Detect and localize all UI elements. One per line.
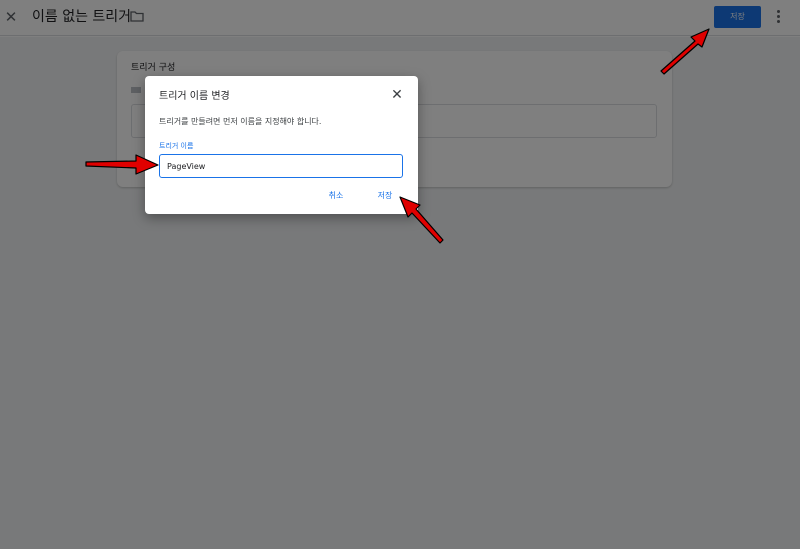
trigger-name-label: 트리거 이름	[159, 142, 194, 150]
annotation-arrow-dialog-save	[399, 196, 444, 244]
dialog-title: 트리거 이름 변경	[159, 91, 230, 102]
trigger-name-input[interactable]	[159, 154, 403, 178]
dialog-close-icon[interactable]: ✕	[390, 87, 404, 103]
dialog-cancel-button[interactable]: 취소	[324, 189, 348, 203]
rename-trigger-dialog: 트리거 이름 변경 ✕ 트리거를 만들려면 먼저 이름을 지정해야 합니다. 트…	[145, 76, 418, 214]
dialog-message: 트리거를 만들려면 먼저 이름을 지정해야 합니다.	[159, 117, 322, 126]
annotation-arrow-top-right	[660, 28, 710, 75]
annotation-arrow-name-field	[85, 154, 159, 175]
